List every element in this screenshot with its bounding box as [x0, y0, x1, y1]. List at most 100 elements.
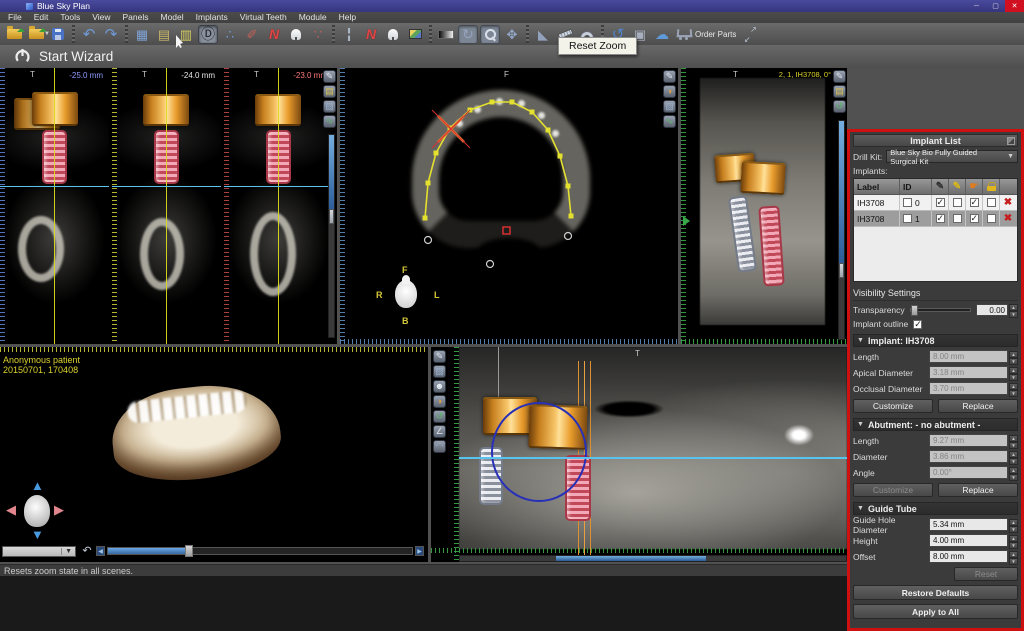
tooth-tool-button[interactable] — [383, 25, 403, 44]
orientation-head-icon[interactable] — [24, 495, 50, 527]
drill-kit-combobox[interactable]: Blue Sky Bio Fully Guided Surgical Kit ▼ — [886, 148, 1018, 166]
menu-item-edit[interactable]: Edit — [28, 12, 55, 23]
spinner-buttons[interactable]: ▲ ▼ — [1009, 382, 1018, 397]
arch-curve-button[interactable]: ◠ — [433, 440, 446, 453]
guide-tube-reset-button[interactable]: Reset — [954, 567, 1018, 581]
implant-row[interactable]: IH3708 1 ✖ — [854, 211, 1017, 227]
export-page-button[interactable]: ▤ — [154, 25, 174, 44]
menu-item-model[interactable]: Model — [154, 12, 189, 23]
marked-points-button[interactable]: ∵ — [308, 25, 328, 44]
open-file-button[interactable] — [4, 25, 25, 44]
rotate-left-arrow-icon[interactable]: ◀ — [6, 502, 16, 518]
delete-implant-button[interactable]: ✖ — [1004, 213, 1012, 224]
rotate-up-arrow-icon[interactable]: ▲ — [31, 478, 44, 493]
offset-input[interactable]: 8.00 mm — [929, 550, 1008, 563]
implant-outline-checkbox[interactable] — [913, 319, 923, 330]
slider-right-arrow[interactable]: ▶ — [415, 546, 424, 556]
axial-viewport[interactable]: F F R L B ✎ ◑ ▨ ∿ — [340, 68, 678, 344]
slice-views-viewport[interactable]: T -25.0 mm T -24.0 mm T -23.0 mm ✎ ▤ ▨ ∿ — [0, 68, 337, 344]
zoom-tool-button[interactable] — [480, 24, 500, 44]
lock-checkbox[interactable] — [986, 214, 996, 223]
transparency-value[interactable]: 0.00 — [976, 304, 1008, 316]
menu-item-tools[interactable]: Tools — [54, 12, 86, 23]
dock-icon[interactable] — [1007, 137, 1015, 145]
menu-item-help[interactable]: Help — [333, 12, 362, 23]
scrollbar-handle[interactable] — [556, 556, 706, 561]
edit-tool-button[interactable]: ✎ — [433, 350, 446, 363]
id-checkbox[interactable] — [903, 198, 912, 207]
highlight-checkbox[interactable] — [952, 198, 962, 207]
palette-button[interactable]: ◑ — [663, 85, 676, 98]
slice-view-2[interactable]: T -24.0 mm — [112, 68, 221, 344]
contrast-button[interactable]: ▤ — [833, 85, 846, 98]
delete-implant-button[interactable]: ✖ — [1004, 197, 1012, 208]
scrollbar-handle[interactable] — [329, 209, 334, 224]
edit-tool-button[interactable]: ✎ — [663, 70, 676, 83]
edit-tool-button[interactable]: ✎ — [323, 70, 336, 83]
cross-scrollbar[interactable] — [838, 120, 845, 340]
volume-3d-viewport[interactable]: Anonymous patient 20150701, 170408 ▲ ▼ ◀… — [0, 347, 428, 562]
open-project-button[interactable]: ▼ — [26, 25, 50, 44]
contrast-button[interactable]: ▤ — [323, 85, 336, 98]
panoramic-viewport[interactable]: ✎ ▨ ☻ ◑ ↺ ∠ ◠ T — [431, 347, 847, 562]
maximize-button[interactable]: ▢ — [986, 0, 1005, 12]
undo-view-button[interactable]: ↶ — [80, 544, 94, 557]
curve-tool-button[interactable]: ∿ — [663, 115, 676, 128]
spinner-buttons[interactable]: ▲ ▼ — [1009, 450, 1018, 465]
implant-replace-button[interactable]: Replace — [938, 399, 1018, 413]
implant-row[interactable]: IH3708 0 ✖ — [854, 195, 1017, 211]
menu-item-view[interactable]: View — [86, 12, 116, 23]
transparency-slider[interactable] — [909, 305, 971, 316]
volume-render-jaw[interactable] — [107, 378, 285, 488]
menu-item-panels[interactable]: Panels — [116, 12, 154, 23]
spinner-buttons[interactable]: ▲ ▼ — [1009, 366, 1018, 381]
menu-item-file[interactable]: File — [2, 12, 28, 23]
undo-button[interactable]: ↶ — [79, 25, 99, 44]
image-tools-button[interactable] — [405, 25, 425, 44]
abutment-replace-button[interactable]: Replace — [938, 483, 1018, 497]
implant-pencil-button[interactable]: ✐ — [242, 25, 262, 44]
spinner-buttons[interactable]: ▲ ▼ — [1009, 518, 1018, 533]
rotate-view-button[interactable]: ↺ — [433, 410, 446, 423]
snapshot-button[interactable]: ▨ — [663, 100, 676, 113]
highlight-checkbox[interactable] — [952, 214, 962, 223]
interaction-checkbox[interactable] — [969, 197, 979, 208]
menu-item-implants[interactable]: Implants — [190, 12, 234, 23]
slice-scrollbar[interactable] — [328, 134, 335, 338]
slider-handle[interactable] — [185, 545, 193, 557]
visibility-checkbox[interactable] — [935, 197, 945, 208]
rotate-tool-button[interactable]: ↻ — [458, 24, 478, 44]
redo-button[interactable]: ↷ — [101, 25, 121, 44]
orientation-head-button[interactable]: ☻ — [433, 380, 446, 393]
spinner-buttons[interactable]: ▲ ▼ — [1009, 350, 1018, 365]
brightness-gradient-button[interactable] — [436, 25, 456, 44]
save-button[interactable] — [48, 25, 68, 44]
edit-tool-button[interactable]: ✎ — [833, 70, 846, 83]
menu-item-virtual-teeth[interactable]: Virtual Teeth — [234, 12, 293, 23]
snapshot-button[interactable]: ▨ — [433, 365, 446, 378]
implant-customize-button[interactable]: Customize — [853, 399, 933, 413]
scrollbar-handle[interactable] — [839, 263, 844, 278]
guide-tube-section-header[interactable]: Guide Tube — [853, 502, 1018, 515]
slider-left-arrow[interactable]: ◀ — [96, 546, 105, 556]
rotation-slider[interactable] — [107, 545, 413, 557]
nerve-button[interactable]: N — [264, 25, 284, 44]
point-set-button[interactable]: ∴ — [220, 25, 240, 44]
implant-grid-button[interactable]: ▦ — [132, 25, 152, 44]
implant-section-header[interactable]: Implant: IH3708 — [853, 334, 1018, 347]
view-preset-combobox[interactable]: ▼ — [2, 546, 76, 557]
slider-handle[interactable] — [910, 305, 918, 316]
cloud-download-button[interactable]: ☁ — [652, 25, 672, 44]
start-wizard-button[interactable]: Start Wizard — [39, 49, 113, 64]
lock-checkbox[interactable] — [986, 198, 996, 207]
visibility-checkbox[interactable] — [935, 213, 945, 224]
profile-chart-button[interactable]: ◣ — [533, 25, 553, 44]
fullscreen-button[interactable] — [740, 25, 760, 44]
abutment-customize-button[interactable]: Customize — [853, 483, 933, 497]
minimize-button[interactable]: ─ — [967, 0, 986, 12]
palette-button[interactable]: ◑ — [433, 395, 446, 408]
reset-zoom-button[interactable]: Ⓓ — [198, 24, 218, 44]
add-tooth-button[interactable] — [286, 25, 306, 44]
spinner-buttons[interactable]: ▲ ▼ — [1009, 466, 1018, 481]
guide-hole-diameter-input[interactable]: 5.34 mm — [929, 518, 1008, 531]
